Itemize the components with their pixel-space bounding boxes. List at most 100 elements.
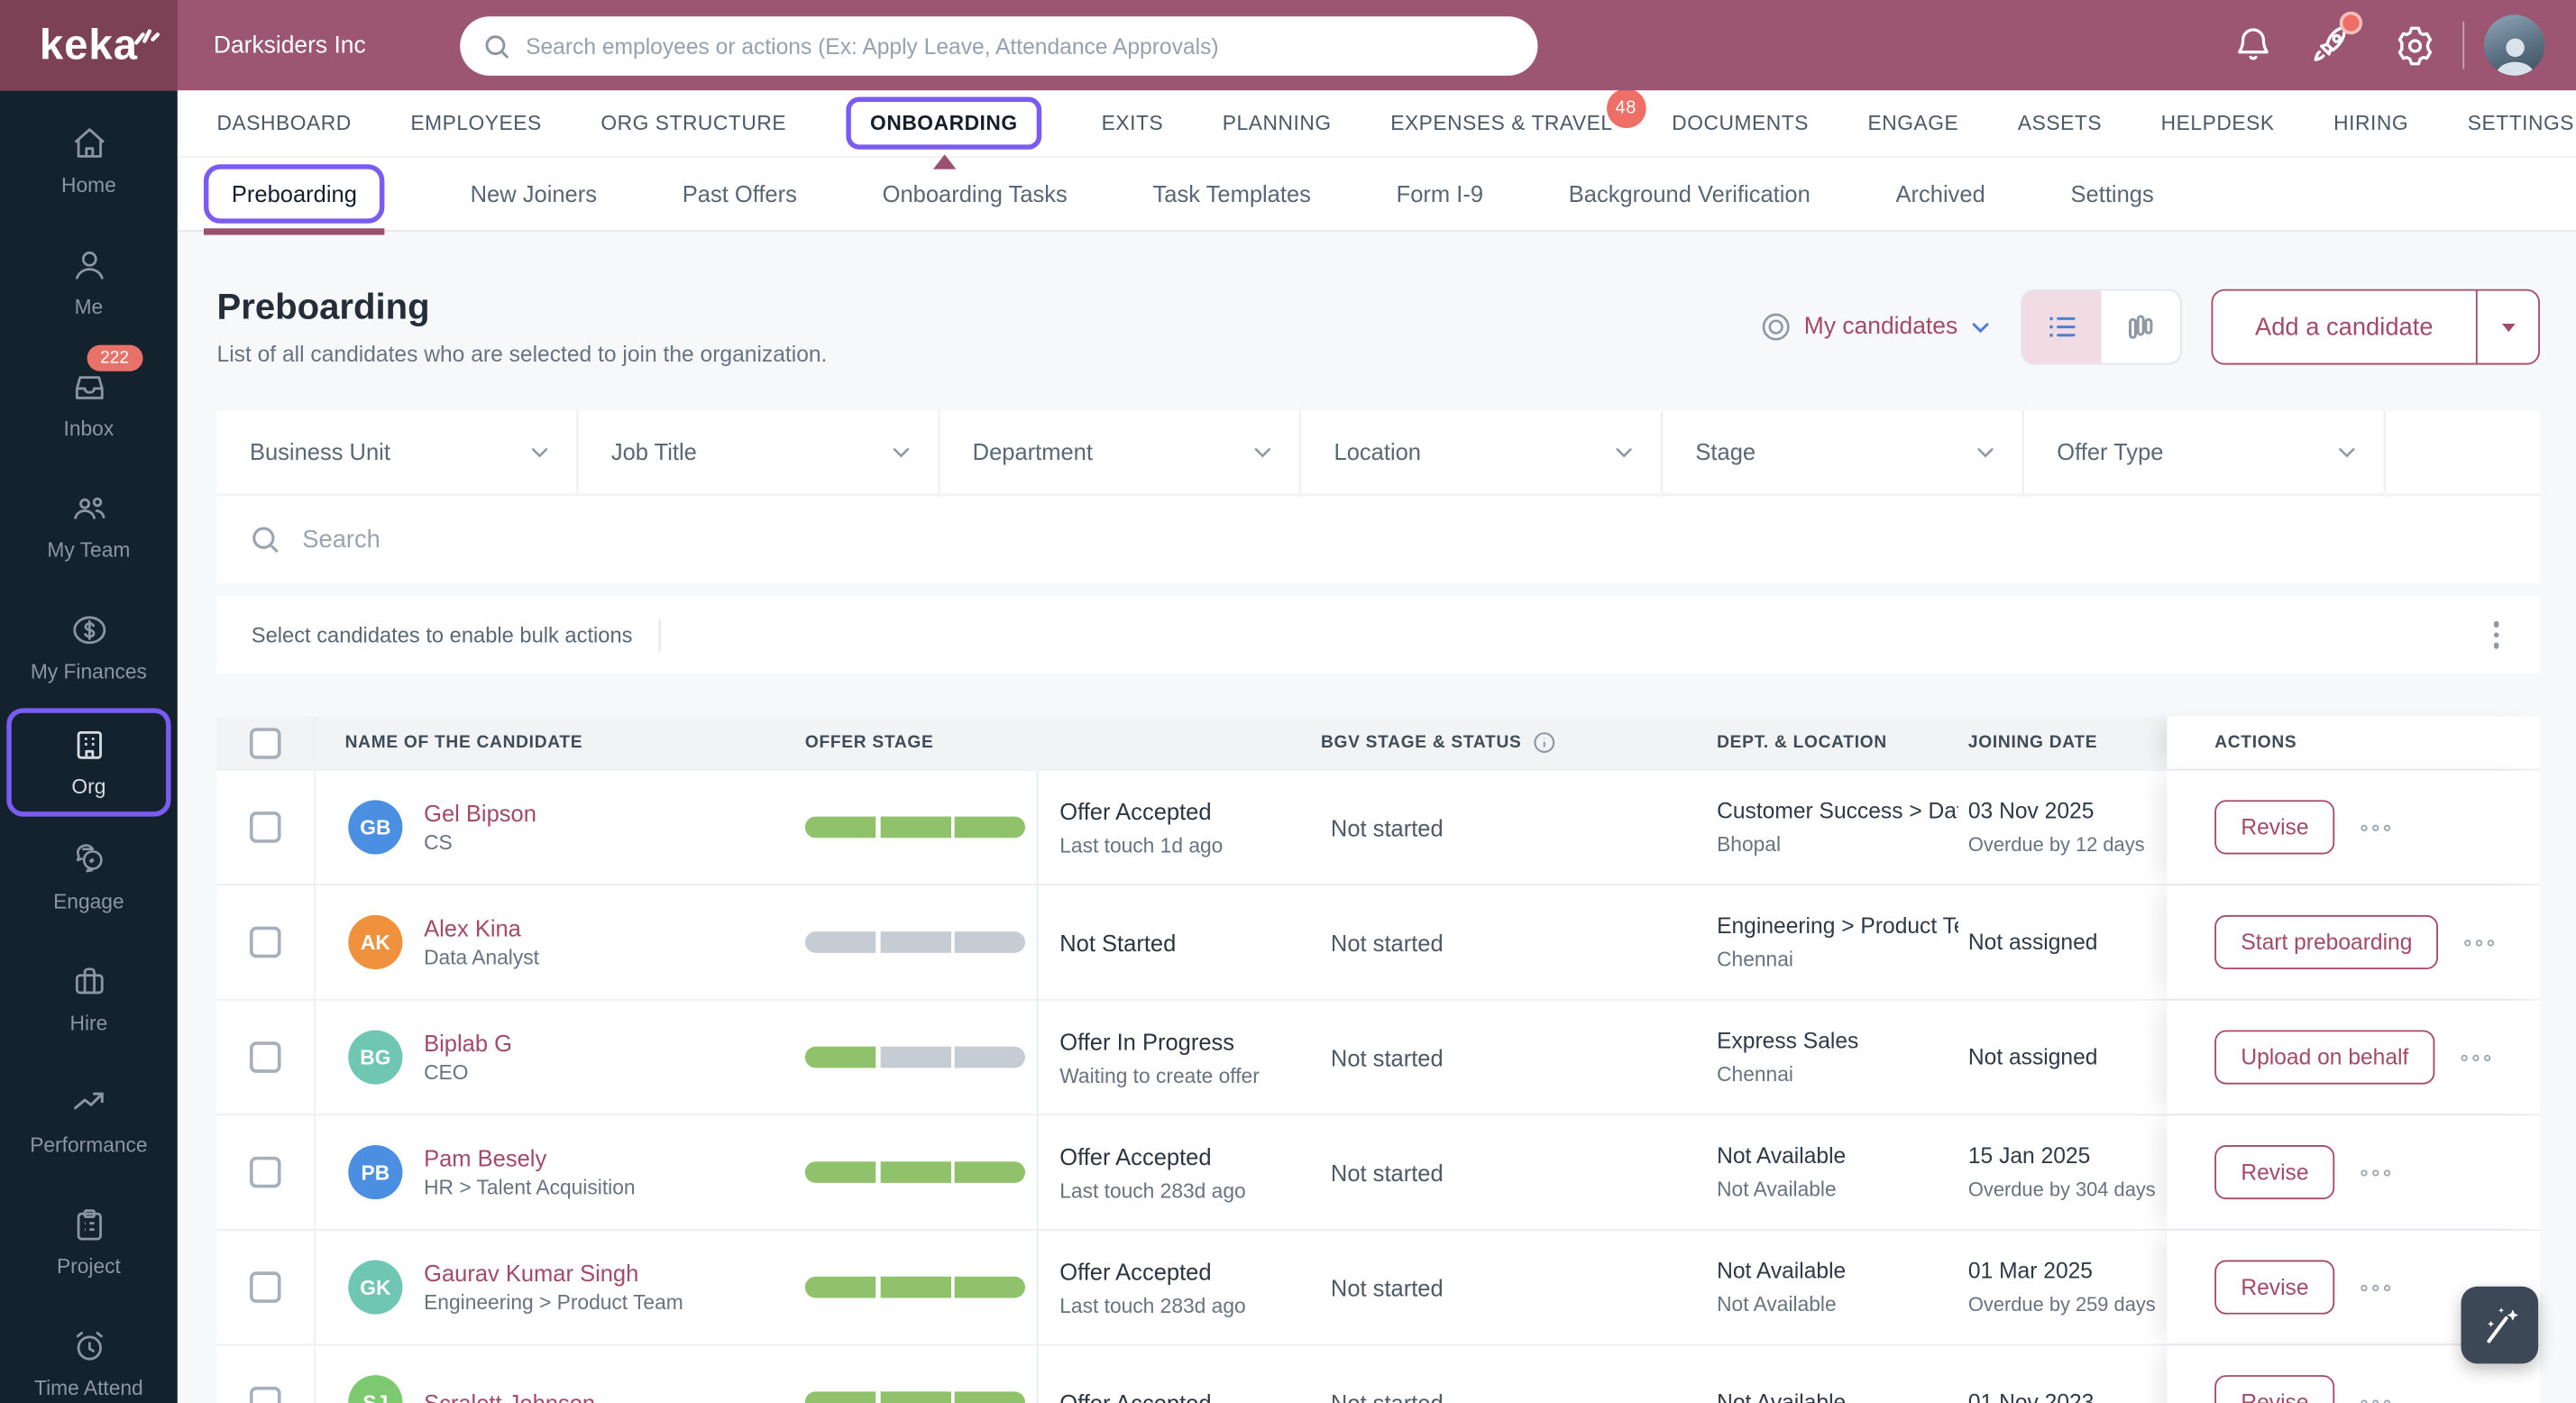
row-action-button[interactable]: Revise [2214,1375,2335,1403]
sidebar-item-my-finances[interactable]: My Finances [0,586,178,708]
sidebar-item-project[interactable]: Project [0,1181,178,1303]
keka-logo[interactable]: keka [0,0,178,91]
nav-documents[interactable]: DOCUMENTS [1672,112,1809,135]
scope-target-icon [1762,313,1790,341]
user-avatar[interactable] [2484,14,2545,76]
global-search-input[interactable] [526,33,1515,59]
candidate-name-link[interactable]: Gel Bipson [424,800,536,826]
topbar-divider [2462,21,2465,69]
sidebar-label: Me [74,295,104,319]
row-checkbox[interactable] [249,926,281,958]
chevron-down-icon [893,447,910,457]
settings-gear-icon[interactable] [2394,24,2436,67]
offer-progress [804,816,1025,839]
nav-engage[interactable]: ENGAGE [1868,112,1959,135]
notifications-bell-icon[interactable] [2232,24,2275,67]
tab-preboarding[interactable]: Preboarding [203,164,386,235]
offer-progress [804,1161,1025,1183]
add-candidate-button[interactable]: Add a candidate [2213,291,2476,363]
nav-employees[interactable]: EMPLOYEES [410,112,541,135]
filter-job-title[interactable]: Job Title [578,410,940,493]
nav-dashboard[interactable]: DASHBOARD [217,112,352,135]
sidebar-item-hire[interactable]: Hire [0,938,178,1059]
row-more-icon[interactable] [2361,823,2391,831]
nav-hiring[interactable]: HIRING [2333,112,2408,135]
nav-planning[interactable]: PLANNING [1223,112,1332,135]
filter-stage[interactable]: Stage [1663,410,2024,493]
nav-helpdesk[interactable]: HELPDESK [2161,112,2275,135]
filter-label: Job Title [610,438,697,465]
candidate-name-link[interactable]: Alex Kina [424,915,539,941]
row-action-button[interactable]: Revise [2214,1145,2335,1200]
row-action-button[interactable]: Start preboarding [2214,914,2439,970]
sidebar-item-inbox[interactable]: 222 Inbox [0,344,178,465]
row-checkbox[interactable] [249,1041,281,1073]
row-checkbox[interactable] [249,1386,281,1403]
candidate-name-link[interactable]: Biplab G [424,1030,512,1056]
whats-new-rocket-icon[interactable] [2310,11,2363,64]
select-all-checkbox[interactable] [249,727,281,758]
row-action-button[interactable]: Revise [2214,1260,2335,1315]
sidebar-item-me[interactable]: Me [0,222,178,344]
offer-status: Offer In Progress [1059,1027,1235,1054]
row-more-icon[interactable] [2361,1398,2391,1403]
tab-archived[interactable]: Archived [1896,180,1985,206]
sidebar-item-home[interactable]: Home [0,100,178,222]
tab-past-offers[interactable]: Past Offers [683,180,797,206]
scope-filter-label: My candidates [1803,314,1958,341]
offer-status: Not Started [1059,929,1177,956]
candidate-search[interactable] [216,494,2540,583]
filter-business-unit[interactable]: Business Unit [217,410,579,493]
nav-org-structure[interactable]: ORG STRUCTURE [600,112,786,135]
row-more-icon[interactable] [2461,1053,2491,1061]
row-more-icon[interactable] [2464,939,2495,946]
sidebar-item-time-attend[interactable]: Time Attend [0,1303,178,1403]
candidate-name-link[interactable]: Pam Besely [424,1145,635,1171]
filter-offer-type[interactable]: Offer Type [2024,410,2386,493]
nav-expenses-travel[interactable]: EXPENSES & TRAVEL 48 [1390,88,1646,134]
sidebar-item-engage[interactable]: Engage [0,817,178,939]
bgv-status: Not started [1330,929,1444,956]
nav-assets[interactable]: ASSETS [2018,112,2102,135]
tab-task-templates[interactable]: Task Templates [1153,180,1311,206]
row-more-icon[interactable] [2361,1283,2391,1291]
tab-background-verification[interactable]: Background Verification [1569,180,1811,206]
page-subtitle: List of all candidates who are selected … [216,341,828,367]
row-more-icon[interactable] [2361,1169,2391,1176]
sidebar-item-performance[interactable]: Performance [0,1059,178,1181]
candidate-name-link[interactable]: Scralett Johnson [424,1389,595,1403]
row-checkbox[interactable] [249,1156,281,1188]
offer-status: Offer Accepted [1059,1142,1212,1169]
row-checkbox[interactable] [249,812,281,843]
location: Bhopal [1717,832,1782,857]
scope-filter[interactable]: My candidates [1760,310,1991,343]
candidate-search-input[interactable] [302,526,2507,555]
kanban-view-button[interactable] [2101,291,2179,363]
filter-location[interactable]: Location [1301,410,1663,493]
info-icon[interactable] [1533,731,1556,755]
magic-wand-button[interactable] [2461,1286,2539,1364]
bulk-kebab-icon[interactable] [2487,615,2506,656]
nav-exits[interactable]: EXITS [1102,112,1164,135]
page-controls: My candidates Add a candidate [1760,289,2540,365]
row-action-button[interactable]: Upload on behalf [2214,1030,2435,1085]
nav-onboarding[interactable]: ONBOARDING [845,96,1043,170]
tab-new-joiners[interactable]: New Joiners [471,180,597,206]
row-checkbox[interactable] [249,1271,281,1303]
global-search[interactable] [460,16,1538,76]
sidebar-item-my-team[interactable]: My Team [0,465,178,587]
sidebar-item-org[interactable]: Org [6,708,171,817]
row-action-button[interactable]: Revise [2214,800,2335,855]
offer-progress [804,1046,1025,1068]
sidebar-label: Inbox [63,417,115,441]
list-view-button[interactable] [2021,290,2101,363]
tab-onboarding-tasks[interactable]: Onboarding Tasks [883,180,1068,206]
sidebar-label: My Finances [30,660,147,683]
add-candidate-dropdown-caret[interactable] [2475,290,2538,363]
offer-status-sub: Waiting to create offer [1059,1063,1260,1087]
filter-department[interactable]: Department [940,410,1302,493]
nav-settings[interactable]: SETTINGS [2468,112,2574,135]
tab-settings[interactable]: Settings [2071,180,2154,206]
tab-form-i9[interactable]: Form I-9 [1397,180,1483,206]
candidate-name-link[interactable]: Gaurav Kumar Singh [424,1261,683,1287]
